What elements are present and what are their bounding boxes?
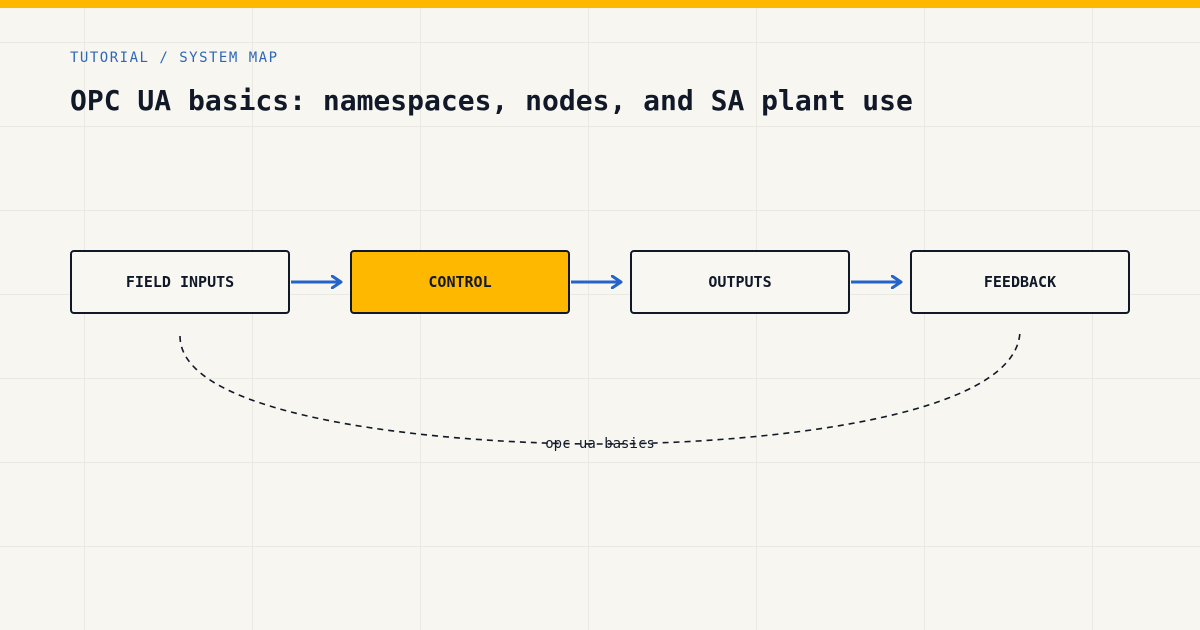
node-feedback: FEEDBACK (910, 250, 1130, 314)
node-field-inputs: FIELD INPUTS (70, 250, 290, 314)
feedback-loop-path (179, 329, 1021, 445)
loop-label: opc ua basics (545, 436, 655, 452)
node-outputs: OUTPUTS (630, 250, 850, 314)
flow-diagram (179, 0, 1021, 445)
node-control: CONTROL (350, 250, 570, 314)
